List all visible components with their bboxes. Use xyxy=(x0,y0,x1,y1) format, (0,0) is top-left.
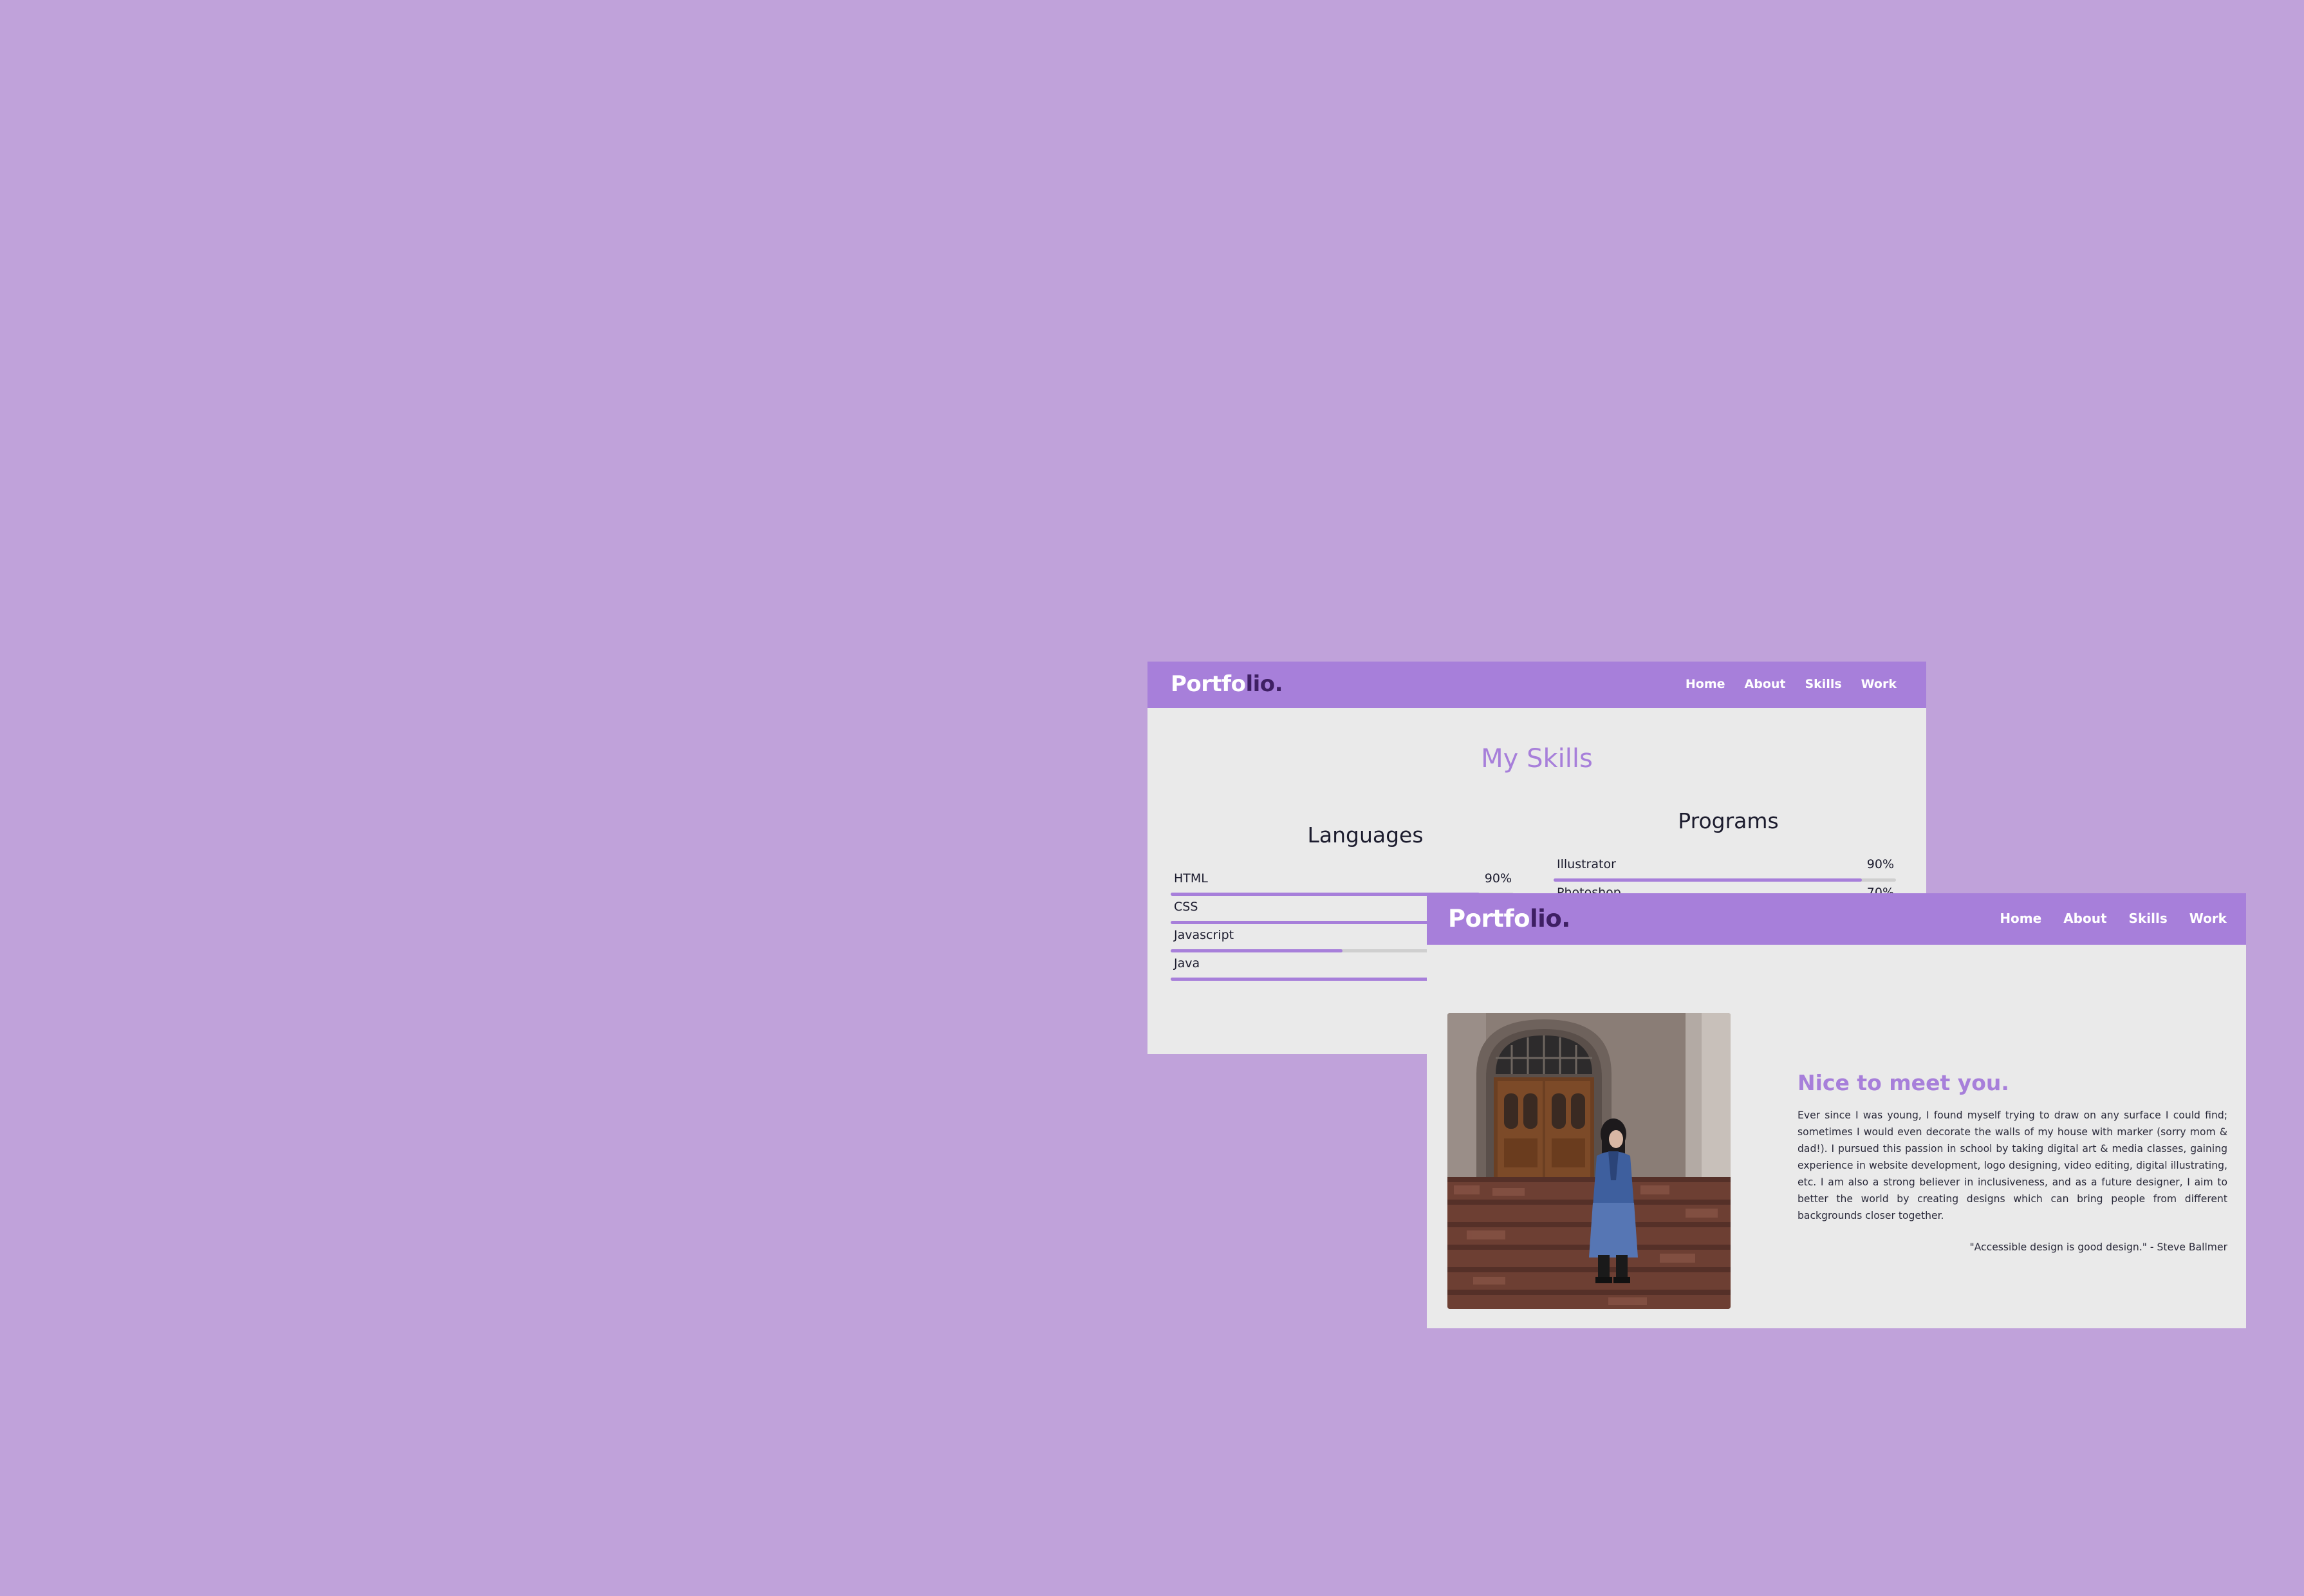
nav-home[interactable]: Home xyxy=(1686,677,1725,691)
about-nav-links: Home About Skills Work xyxy=(2000,911,2227,926)
skill-row-illustrator: Illustrator 90% xyxy=(1554,853,1896,882)
logo-dark-text: lio. xyxy=(1245,671,1283,697)
logo-light-text: Portfo xyxy=(1171,671,1246,697)
nav-work[interactable]: Work xyxy=(1861,677,1897,691)
skills-title: My Skills xyxy=(1481,744,1593,774)
nav-skills[interactable]: Skills xyxy=(2129,911,2168,926)
about-navbar: Portfolio. Home About Skills Work xyxy=(1427,893,2246,945)
about-logo[interactable]: Portfolio. xyxy=(1448,905,1570,933)
nav-about[interactable]: About xyxy=(1745,677,1786,691)
skill-percent: 90% xyxy=(1866,857,1894,871)
skill-name: CSS xyxy=(1174,900,1198,914)
about-heading: Nice to meet you. xyxy=(1798,1070,2009,1095)
nav-skills[interactable]: Skills xyxy=(1805,677,1841,691)
logo-dark-text: lio. xyxy=(1530,905,1570,933)
about-page-window: Portfolio. Home About Skills Work Nice t… xyxy=(1427,893,2246,1328)
profile-photo xyxy=(1447,1013,1731,1309)
about-paragraph: Ever since I was young, I found myself t… xyxy=(1798,1109,2227,1221)
nav-about[interactable]: About xyxy=(2063,911,2106,926)
profile-photo-illustration xyxy=(1447,1013,1731,1309)
skill-row-html: HTML 90% xyxy=(1171,868,1514,896)
skill-name: HTML xyxy=(1174,871,1208,886)
skills-navbar: Portfolio. Home About Skills Work xyxy=(1147,662,1926,708)
nav-home[interactable]: Home xyxy=(2000,911,2041,926)
skills-logo[interactable]: Portfolio. xyxy=(1171,671,1283,697)
skill-name: Illustrator xyxy=(1557,857,1616,871)
about-quote: "Accessible design is good design." - St… xyxy=(1969,1241,2227,1253)
languages-heading: Languages xyxy=(1307,822,1424,848)
nav-work[interactable]: Work xyxy=(2189,911,2227,926)
logo-light-text: Portfo xyxy=(1448,905,1530,933)
skill-percent: 90% xyxy=(1484,871,1512,886)
programs-heading: Programs xyxy=(1678,808,1779,833)
skill-name: Javascript xyxy=(1174,928,1234,942)
skill-name: Java xyxy=(1174,956,1200,970)
skills-nav-links: Home About Skills Work xyxy=(1686,677,1897,691)
